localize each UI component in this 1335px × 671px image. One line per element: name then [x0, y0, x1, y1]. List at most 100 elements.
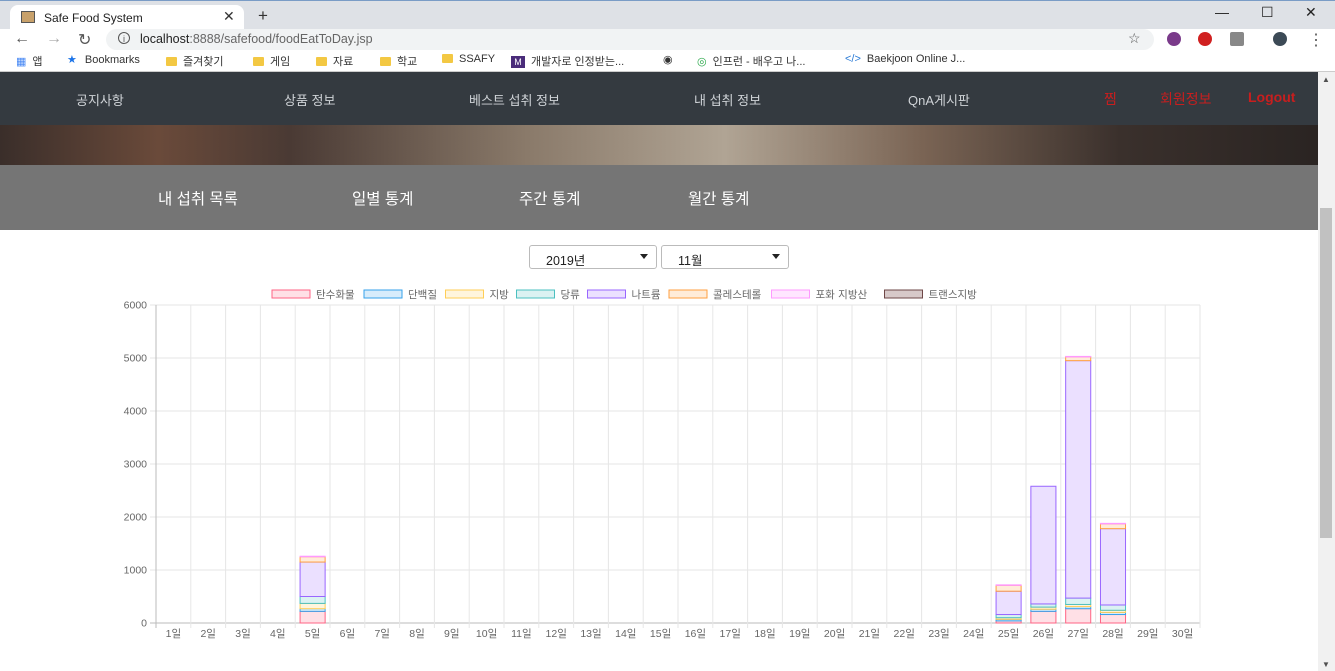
bookmark-bookmarks[interactable]: ★ Bookmarks [67, 53, 140, 66]
x-tick-label: 13일 [580, 627, 601, 640]
x-tick-label: 14일 [615, 627, 636, 640]
bar-segment [299, 556, 326, 563]
legend-swatch [445, 289, 484, 299]
y-tick-label: 1000 [124, 565, 148, 577]
y-tick-label: 2000 [124, 512, 148, 524]
x-tick-label: 15일 [650, 627, 671, 640]
bookmark-link[interactable]: ◉ [663, 53, 679, 66]
legend-label: 포화 지방산 [816, 289, 868, 301]
bookmark-folder[interactable]: 자료 [316, 53, 353, 69]
month-select[interactable]: 11월 [661, 245, 789, 269]
bookmark-folder[interactable]: 게임 [253, 53, 290, 69]
x-tick-label: 16일 [685, 627, 706, 640]
tab-intake-list[interactable]: 내 섭취 목록 [158, 187, 238, 209]
y-tick-label: 6000 [124, 300, 148, 312]
profile-avatar[interactable] [1273, 32, 1287, 46]
maximize-icon[interactable]: ☐ [1261, 4, 1274, 21]
bookmark-folder[interactable]: 즐겨찾기 [166, 53, 223, 69]
x-tick-label: 1일 [166, 627, 182, 640]
tab-daily-stats[interactable]: 일별 통계 [352, 187, 413, 209]
x-tick-label: 12일 [546, 627, 567, 640]
minimize-icon[interactable]: — [1215, 4, 1229, 20]
nav-best-intake[interactable]: 베스트 섭취 정보 [469, 90, 560, 109]
tab-monthly-stats[interactable]: 월간 통계 [688, 187, 749, 209]
inflearn-icon: ◎ [697, 56, 707, 68]
nav-my-intake[interactable]: 내 섭취 정보 [694, 90, 761, 109]
year-select[interactable]: 2019년 [529, 245, 657, 269]
nav-member-info[interactable]: 회원정보 [1160, 89, 1212, 109]
x-tick-label: 18일 [754, 627, 775, 640]
legend-swatch [271, 289, 311, 299]
x-tick-label: 28일 [1102, 627, 1123, 640]
x-tick-label: 19일 [789, 627, 810, 640]
bookmark-folder[interactable]: SSAFY [442, 53, 495, 65]
nav-notice[interactable]: 공지사항 [76, 90, 124, 109]
bar-segment [299, 555, 326, 558]
adblock-icon[interactable] [1198, 32, 1212, 46]
bookmark-apps[interactable]: ▦ 앱 [16, 53, 43, 69]
legend-label: 콜레스테롤 [713, 289, 762, 301]
legend-label: 트랜스지방 [929, 289, 978, 301]
x-tick-label: 26일 [1033, 627, 1054, 640]
new-tab-icon[interactable]: + [258, 6, 268, 26]
x-tick-label: 23일 [928, 627, 949, 640]
url-field[interactable]: i localhost:8888/safefood/foodEatToDay.j… [106, 29, 1154, 50]
chevron-down-icon [640, 254, 648, 259]
bar-segment [1030, 610, 1057, 624]
y-tick-label: 3000 [124, 459, 148, 471]
scroll-up-icon[interactable]: ▲ [1322, 75, 1330, 84]
site-navbar: 공지사항 상품 정보 베스트 섭취 정보 내 섭취 정보 QnA게시판 찜 회원… [0, 72, 1318, 125]
bar-segment [1065, 360, 1092, 599]
extension-icon[interactable] [1167, 32, 1181, 46]
browser-tab[interactable]: Safe Food System ✕ [10, 5, 244, 30]
x-tick-label: 11일 [511, 627, 532, 640]
legend-swatch [884, 289, 923, 299]
month-select-value: 11월 [678, 254, 703, 268]
bookmark-star-icon[interactable]: ☆ [1128, 30, 1141, 47]
x-tick-label: 24일 [963, 627, 984, 640]
extension-icon[interactable] [1230, 32, 1244, 46]
folder-icon [380, 57, 391, 66]
x-tick-label: 21일 [859, 627, 880, 640]
reload-icon[interactable]: ↻ [78, 30, 91, 50]
bar-segment [299, 561, 326, 597]
scrollbar-thumb[interactable] [1320, 208, 1332, 538]
bar-segment [1099, 614, 1127, 624]
bookmark-link[interactable]: M 개발자로 인정받는... [511, 53, 624, 69]
bar-segment [1099, 604, 1127, 611]
back-icon[interactable]: ← [14, 30, 30, 48]
tab-close-icon[interactable]: ✕ [223, 8, 235, 25]
scroll-down-icon[interactable]: ▼ [1322, 660, 1330, 669]
bar-segment [1099, 522, 1127, 525]
url-host: localhost [140, 32, 190, 46]
x-tick-label: 3일 [235, 627, 251, 640]
info-icon[interactable]: i [118, 32, 130, 44]
menu-dots-icon[interactable]: ⋮ [1308, 30, 1324, 50]
bookmark-link[interactable]: </> Baekjoon Online J... [845, 53, 965, 65]
bar-segment [1065, 355, 1092, 358]
forward-icon[interactable]: → [46, 30, 62, 48]
bookmark-link[interactable]: ◎ 인프런 - 배우고 나... [697, 53, 805, 69]
sub-navigation: 내 섭취 목록 일별 통계 주간 통계 월간 통계 [0, 165, 1318, 230]
tab-title: Safe Food System [44, 11, 143, 25]
bar-segment [299, 602, 326, 610]
y-tick-label: 5000 [124, 353, 148, 365]
x-tick-label: 29일 [1137, 627, 1158, 640]
nav-wishlist[interactable]: 찜 [1104, 89, 1117, 109]
x-tick-label: 17일 [720, 627, 741, 640]
nav-logout[interactable]: Logout [1248, 89, 1295, 105]
x-tick-label: 20일 [824, 627, 845, 640]
star-icon: ★ [67, 54, 77, 66]
site-favicon-icon [21, 11, 35, 23]
nav-products[interactable]: 상품 정보 [284, 90, 335, 109]
bookmark-folder[interactable]: 학교 [380, 53, 417, 69]
close-window-icon[interactable]: ✕ [1305, 4, 1317, 21]
nav-qna[interactable]: QnA게시판 [908, 90, 970, 109]
code-icon: </> [845, 53, 861, 65]
x-tick-label: 6일 [340, 627, 356, 640]
bar-segment [995, 584, 1022, 586]
legend-label: 지방 [490, 289, 510, 301]
folder-icon [253, 57, 264, 66]
tab-weekly-stats[interactable]: 주간 통계 [519, 187, 580, 209]
x-tick-label: 9일 [444, 627, 460, 640]
